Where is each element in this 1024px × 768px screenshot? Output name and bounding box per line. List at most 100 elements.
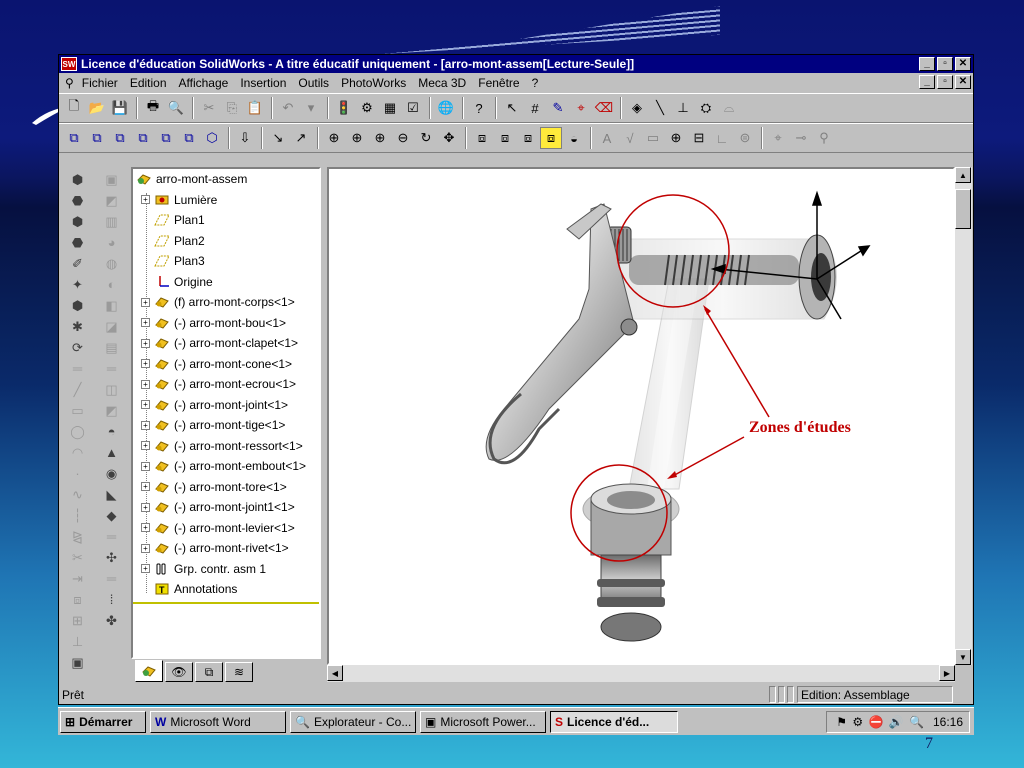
offset-icon[interactable]: ⧈ — [67, 589, 89, 610]
menu-affichage[interactable]: Affichage — [179, 76, 229, 90]
chamfer-icon[interactable]: ✦ — [67, 274, 89, 295]
expand-toggle-icon[interactable]: + — [141, 400, 150, 410]
shadows-icon[interactable]: ◒ — [563, 127, 585, 149]
configuration-manager-tab[interactable]: ⧉ — [195, 662, 223, 682]
zoom-selection-icon[interactable]: ⊖ — [392, 127, 414, 149]
front-view-icon[interactable]: ⧉ — [63, 127, 85, 149]
tree-item[interactable]: + Grp. contr. asm 1 — [133, 559, 319, 580]
tree-item[interactable]: + (-) arro-mont-joint1<1> — [133, 497, 319, 518]
taskbar-word[interactable]: W Microsoft Word — [150, 710, 286, 733]
taskbar-solidworks[interactable]: S Licence d'éd... — [550, 710, 678, 733]
save-icon[interactable]: 💾 — [109, 97, 131, 119]
pan-icon[interactable]: ✥ — [438, 127, 460, 149]
stacked-balloon-icon[interactable]: ⚲ — [813, 127, 835, 149]
tree-item[interactable]: + (f) arro-mont-corps<1> — [133, 292, 319, 313]
expand-toggle-icon[interactable]: + — [141, 420, 150, 430]
property-manager-tab[interactable]: 👁 — [165, 662, 193, 682]
zoom-area-icon[interactable]: ⊕ — [346, 127, 368, 149]
left-view-icon[interactable]: ⧉ — [109, 127, 131, 149]
menu-meca3d[interactable]: Meca 3D — [418, 76, 466, 90]
line-icon[interactable]: ╲ — [649, 97, 671, 119]
copy-icon[interactable]: ⎘ — [221, 97, 243, 119]
hidden-lines-visible-icon[interactable]: ⧈ — [494, 127, 516, 149]
line-sketch-icon[interactable]: ╱ — [67, 379, 89, 400]
sweep-icon[interactable]: ⬢ — [67, 211, 89, 232]
rotate-component-icon[interactable]: ⌓ — [718, 97, 740, 119]
menu-edition[interactable]: Edition — [130, 76, 167, 90]
expand-toggle-icon[interactable]: + — [141, 195, 150, 205]
expand-toggle-icon[interactable]: + — [141, 461, 150, 471]
dimension-icon[interactable]: ⊞ — [67, 610, 89, 631]
circular-pattern-icon[interactable]: ◐ — [101, 274, 123, 295]
close-button[interactable]: ✕ — [955, 57, 971, 71]
rebuild-icon[interactable]: 🚦 — [333, 97, 355, 119]
thicken-icon[interactable]: ◉ — [101, 463, 123, 484]
expand-toggle-icon[interactable]: + — [141, 543, 150, 553]
boundary-icon[interactable]: ◆ — [101, 505, 123, 526]
paste-icon[interactable]: 📋 — [244, 97, 266, 119]
hole-callout-icon[interactable]: ⊜ — [734, 127, 756, 149]
print-preview-icon[interactable]: 🔍 — [165, 97, 187, 119]
expand-toggle-icon[interactable]: + — [141, 523, 150, 533]
centerline-icon[interactable]: ┆ — [67, 505, 89, 526]
text-icon[interactable]: A — [596, 127, 618, 149]
datum-feature-icon[interactable]: ⊟ — [688, 127, 710, 149]
tree-item[interactable]: + (-) arro-mont-levier<1> — [133, 518, 319, 539]
undo-dropdown-icon[interactable]: ▾ — [300, 97, 322, 119]
pattern-icon[interactable]: ◍ — [101, 253, 123, 274]
axis-icon[interactable]: ⊥ — [672, 97, 694, 119]
title-bar[interactable]: SW Licence d'éducation SolidWorks - A ti… — [59, 55, 973, 73]
rollback-bar[interactable] — [133, 602, 319, 604]
trim-icon[interactable]: ✂ — [67, 547, 89, 568]
menu-outils[interactable]: Outils — [298, 76, 329, 90]
move-component-icon[interactable]: ⛭ — [695, 97, 717, 119]
horizontal-scrollbar[interactable]: ◀ ▶ — [327, 665, 955, 682]
tree-item[interactable]: T Annotations — [133, 579, 319, 600]
mirror-feature-icon[interactable]: ◧ — [101, 295, 123, 316]
start-button[interactable]: ⊞ Démarrer — [60, 710, 146, 733]
scroll-thumb[interactable] — [955, 189, 971, 229]
knit-icon[interactable]: ▲ — [101, 442, 123, 463]
tree-item[interactable]: + (-) arro-mont-tige<1> — [133, 415, 319, 436]
undo-icon[interactable]: ↶ — [277, 97, 299, 119]
select-other-icon[interactable]: ↘ — [267, 127, 289, 149]
datum-icon[interactable]: ▭ — [642, 127, 664, 149]
scroll-up-button[interactable]: ▲ — [955, 167, 971, 183]
open-file-icon[interactable]: 📂 — [86, 97, 108, 119]
revolve-icon[interactable]: ⬣ — [67, 190, 89, 211]
sketch-icon[interactable]: ✎ — [547, 97, 569, 119]
doc-restore-button[interactable]: ▫ — [937, 75, 953, 89]
new-file-icon[interactable]: 🗋 — [63, 97, 85, 119]
tree-item[interactable]: + (-) arro-mont-tore<1> — [133, 477, 319, 498]
split-line-icon[interactable]: ◩ — [101, 400, 123, 421]
top-view-icon[interactable]: ⧉ — [155, 127, 177, 149]
eraser-icon[interactable]: ⌫ — [593, 97, 615, 119]
center-mark-icon[interactable]: ⌖ — [767, 127, 789, 149]
zoom-sheet-icon[interactable]: ⊕ — [665, 127, 687, 149]
surface-finish-icon[interactable]: √ — [619, 127, 641, 149]
tree-item[interactable]: + (-) arro-mont-rivet<1> — [133, 538, 319, 559]
tree-root[interactable]: arro-mont-assem — [133, 169, 319, 190]
grid-icon[interactable]: # — [524, 97, 546, 119]
select-filter-icon[interactable]: ↗ — [290, 127, 312, 149]
cut-revolve-icon[interactable]: ◩ — [101, 190, 123, 211]
zoom-in-out-icon[interactable]: ⊕ — [369, 127, 391, 149]
arc-sketch-icon[interactable]: ◠ — [67, 442, 89, 463]
tree-item[interactable]: + (-) arro-mont-ecrou<1> — [133, 374, 319, 395]
expand-toggle-icon[interactable]: + — [141, 441, 150, 451]
tree-item[interactable]: + (-) arro-mont-cone<1> — [133, 354, 319, 375]
rotate-view-icon[interactable]: ↻ — [415, 127, 437, 149]
fillet-icon[interactable]: ✐ — [67, 253, 89, 274]
tree-item[interactable]: Plan2 — [133, 231, 319, 252]
menu-photoworks[interactable]: PhotoWorks — [341, 76, 406, 90]
expand-toggle-icon[interactable]: + — [141, 482, 150, 492]
rib-icon[interactable]: ✱ — [67, 316, 89, 337]
scroll-down-button[interactable]: ▼ — [955, 649, 971, 665]
tools-icon[interactable]: ⚙ — [356, 97, 378, 119]
linear-pattern-icon[interactable]: ⁞ — [101, 589, 123, 610]
web-icon[interactable]: 🌐 — [435, 97, 457, 119]
dome-icon[interactable]: ◕ — [101, 232, 123, 253]
zoom-fit-icon[interactable]: ⊕ — [323, 127, 345, 149]
bottom-view-icon[interactable]: ⧉ — [178, 127, 200, 149]
fill-icon[interactable]: ◣ — [101, 484, 123, 505]
